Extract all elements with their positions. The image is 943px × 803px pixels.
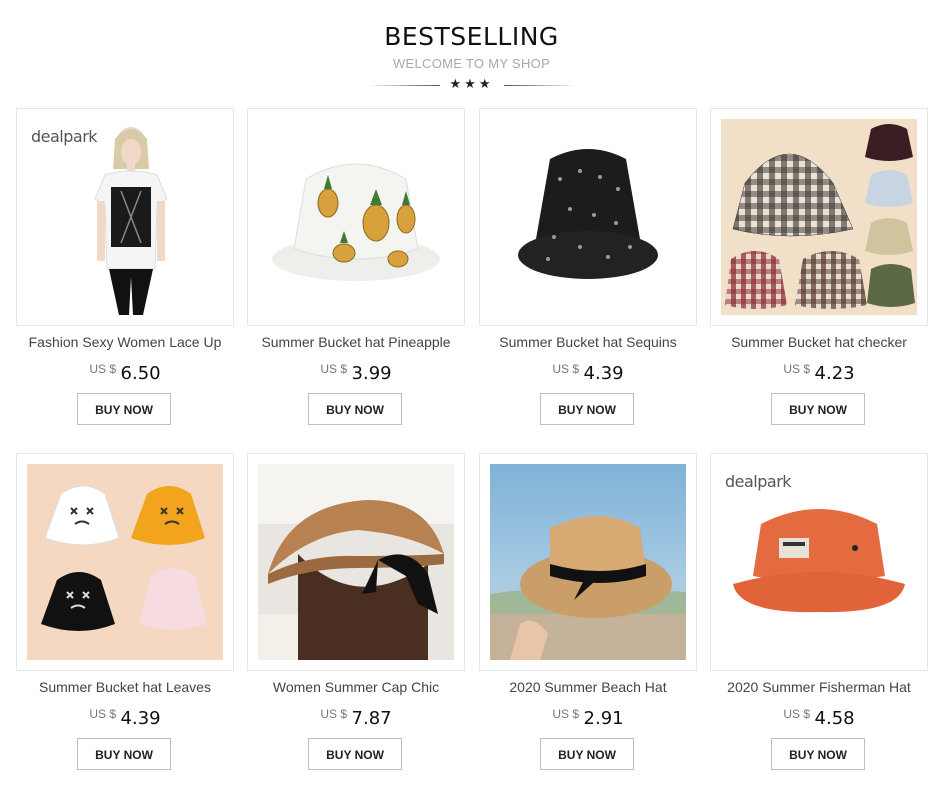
product-card[interactable]: dealpark Fashion Sexy Women Lace Up US $… xyxy=(16,108,234,438)
orange-fisherman-hat xyxy=(721,464,917,660)
product-name[interactable]: Women Summer Cap Chic xyxy=(241,679,471,695)
product-image[interactable] xyxy=(710,108,928,326)
product-name[interactable]: 2020 Summer Beach Hat xyxy=(473,679,703,695)
product-name[interactable]: Summer Bucket hat Pineapple xyxy=(241,334,471,350)
product-card[interactable]: 2020 Summer Beach Hat US $ 2.91 BUY NOW xyxy=(479,453,697,783)
woman-corset-photo xyxy=(27,119,223,315)
buy-now-button[interactable]: BUY NOW xyxy=(540,738,634,770)
stars-icon: ★★★ xyxy=(449,77,494,92)
buy-now-button[interactable]: BUY NOW xyxy=(540,393,634,425)
buy-now-button[interactable]: BUY NOW xyxy=(77,738,171,770)
price-value: 4.39 xyxy=(120,708,161,729)
price-value: 6.50 xyxy=(120,363,161,384)
product-image[interactable] xyxy=(247,108,465,326)
buy-now-button[interactable]: BUY NOW xyxy=(308,738,402,770)
product-image[interactable] xyxy=(479,108,697,326)
currency-label: US $ xyxy=(320,707,348,721)
brand-logo: dealpark xyxy=(31,127,98,146)
product-name[interactable]: Summer Bucket hat checker xyxy=(704,334,934,350)
product-name[interactable]: Fashion Sexy Women Lace Up xyxy=(10,334,240,350)
product-card[interactable]: Women Summer Cap Chic US $ 7.87 BUY NOW xyxy=(247,453,465,783)
product-image[interactable]: dealpark xyxy=(710,453,928,671)
buy-now-button[interactable]: BUY NOW xyxy=(771,738,865,770)
product-name[interactable]: Summer Bucket hat Leaves xyxy=(10,679,240,695)
section-title: BESTSELLING xyxy=(384,22,559,51)
product-price: US $ 4.58 xyxy=(710,707,928,729)
product-image[interactable] xyxy=(247,453,465,671)
currency-label: US $ xyxy=(320,362,348,376)
product-price: US $ 4.39 xyxy=(16,707,234,729)
product-price: US $ 4.39 xyxy=(479,362,697,384)
product-price: US $ 3.99 xyxy=(247,362,465,384)
buy-now-button[interactable]: BUY NOW xyxy=(77,393,171,425)
face-bucket-hats xyxy=(27,464,223,660)
price-value: 4.39 xyxy=(583,363,624,384)
product-card[interactable]: Summer Bucket hat Sequins US $ 4.39 BUY … xyxy=(479,108,697,438)
buy-now-button[interactable]: BUY NOW xyxy=(771,393,865,425)
section-subtitle: WELCOME TO MY SHOP xyxy=(392,56,551,71)
product-name[interactable]: 2020 Summer Fisherman Hat xyxy=(704,679,934,695)
price-value: 4.23 xyxy=(814,363,855,384)
black-sequin-bucket-hat xyxy=(490,119,686,315)
product-price: US $ 6.50 xyxy=(16,362,234,384)
product-price: US $ 2.91 xyxy=(479,707,697,729)
price-value: 3.99 xyxy=(351,363,392,384)
product-card[interactable]: Summer Bucket hat Leaves US $ 4.39 BUY N… xyxy=(16,453,234,783)
product-image[interactable] xyxy=(16,453,234,671)
currency-label: US $ xyxy=(552,707,580,721)
buy-now-button[interactable]: BUY NOW xyxy=(308,393,402,425)
product-image[interactable]: dealpark xyxy=(16,108,234,326)
pineapple-bucket-hat xyxy=(258,119,454,315)
product-price: US $ 4.23 xyxy=(710,362,928,384)
currency-label: US $ xyxy=(89,362,117,376)
product-card[interactable]: Summer Bucket hat Pineapple US $ 3.99 BU… xyxy=(247,108,465,438)
currency-label: US $ xyxy=(783,362,811,376)
price-value: 7.87 xyxy=(351,708,392,729)
price-value: 4.58 xyxy=(814,708,855,729)
product-name[interactable]: Summer Bucket hat Sequins xyxy=(473,334,703,350)
product-card[interactable]: Summer Bucket hat checker US $ 4.23 BUY … xyxy=(710,108,928,438)
product-price: US $ 7.87 xyxy=(247,707,465,729)
straw-visor-hat xyxy=(258,464,454,660)
product-card[interactable]: dealpark 2020 Summer Fisherman Hat US $ … xyxy=(710,453,928,783)
currency-label: US $ xyxy=(783,707,811,721)
currency-label: US $ xyxy=(552,362,580,376)
currency-label: US $ xyxy=(89,707,117,721)
plaid-bucket-hats xyxy=(721,119,917,315)
price-value: 2.91 xyxy=(583,708,624,729)
straw-boater-hat xyxy=(490,464,686,660)
product-image[interactable] xyxy=(479,453,697,671)
brand-logo: dealpark xyxy=(725,472,792,491)
